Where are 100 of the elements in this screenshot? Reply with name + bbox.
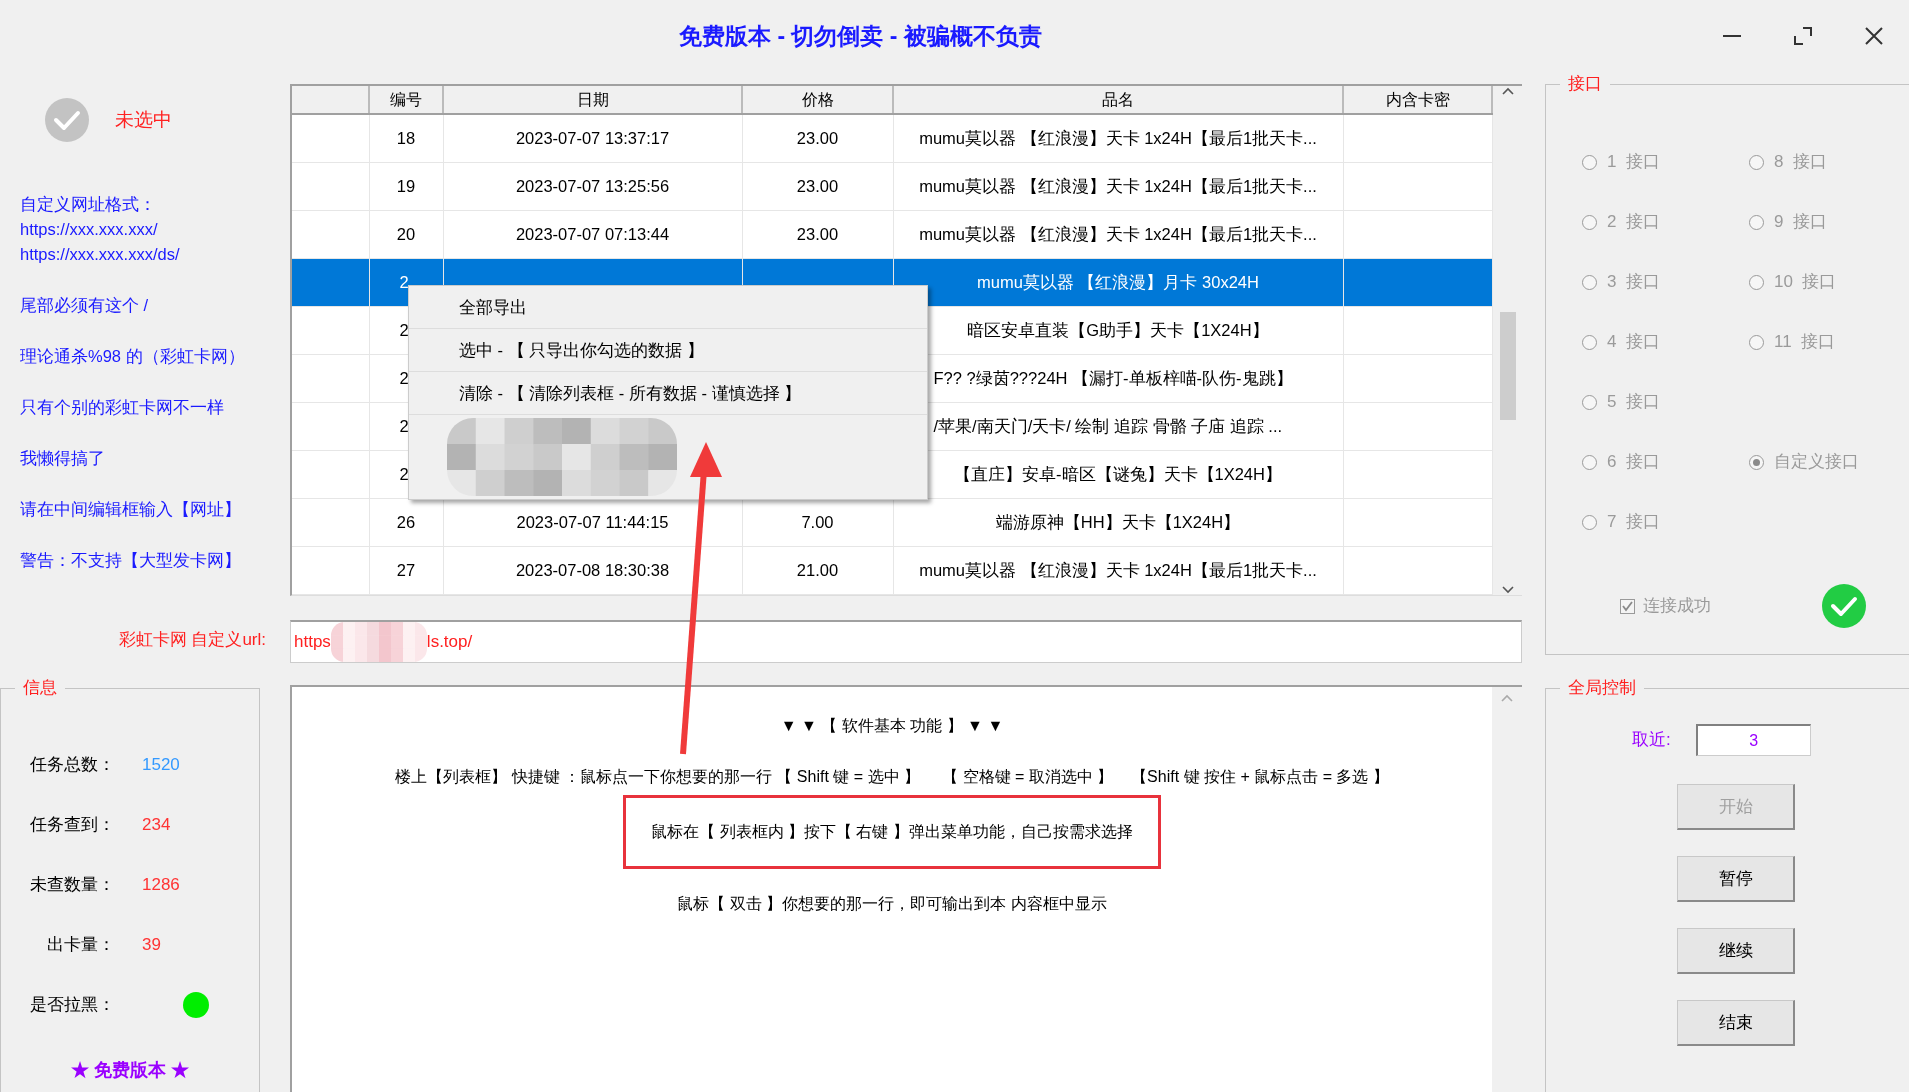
number-field[interactable]: 3: [1695, 724, 1811, 756]
scrollbar[interactable]: [1493, 86, 1522, 595]
chevron-up-icon: [1500, 693, 1514, 704]
table-cell: 2: [399, 320, 409, 339]
info-value: 39: [142, 934, 161, 957]
radio-label: 4 接口: [1607, 331, 1660, 354]
info-value: 234: [142, 814, 171, 837]
table-cell: 7.00: [801, 513, 834, 531]
table-cell: 2023-07-07 13:25:56: [515, 176, 670, 195]
table-row[interactable]: 19 2023-07-07 13:25:56 23.00 mumu莫以器 【红浪漫】天卡 1x24H【最后1批天卡...: [292, 162, 1492, 211]
help-text: 鼠标【 双击 】你想要的那一行，即可输出到本 内容框中显示: [677, 894, 1107, 914]
table-cell: 2023-07-07 13:37:17: [515, 128, 670, 147]
note-text: https://xxx.xxx.xxx/: [20, 219, 158, 240]
table-cell: 26: [396, 513, 416, 531]
field-label: 取近:: [1632, 729, 1671, 752]
table-cell: 20: [396, 224, 416, 243]
radio-label: 5 接口: [1607, 391, 1660, 414]
table-cell: mumu莫以器 【红浪漫】月卡 30x24H: [977, 272, 1259, 291]
radio-label: 1 接口: [1607, 151, 1660, 174]
table-cell: 21.00: [796, 561, 839, 580]
group-title: 全局控制: [1568, 678, 1636, 697]
radio-label: 自定义接口: [1774, 451, 1859, 474]
table-cell: mumu莫以器 【红浪漫】天卡 1x24H【最后1批天卡...: [919, 176, 1317, 195]
table-cell: 23.00: [796, 224, 839, 243]
radio-label: 7 接口: [1607, 511, 1660, 534]
radio-label: 10 接口: [1774, 271, 1837, 294]
info-label: 任务总数：: [29, 754, 115, 777]
column-header[interactable]: 日期: [443, 86, 742, 114]
note-text: 我懒得搞了: [20, 448, 105, 469]
info-value: 1520: [142, 754, 180, 777]
version-label: ★ 免费版本 ★: [71, 1059, 189, 1082]
action-button[interactable]: 暂停: [1677, 856, 1795, 902]
column-header[interactable]: 品名: [893, 86, 1343, 114]
url-field[interactable]: https ls.top/: [290, 620, 1522, 663]
table-cell: /苹果/南天门/天卡/ 绘制 追踪 骨骼 子庙 追踪 ...: [933, 416, 1283, 435]
note-text: 请在中间编辑框输入【网址】: [20, 499, 241, 520]
radio-label: 6 接口: [1607, 451, 1660, 474]
table-row[interactable]: 27 2023-07-08 18:30:38 21.00 mumu莫以器 【红浪漫】天卡 1x24H【最后1批天卡...: [292, 546, 1492, 595]
note-text: 警告：不支持【大型发卡网】: [20, 550, 241, 571]
menu-item[interactable]: 全部导出: [409, 286, 927, 329]
table-cell: 2: [399, 464, 409, 483]
info-value: 1286: [142, 874, 180, 897]
window-title: 免费版本 - 切勿倒卖 - 被骗概不负责: [679, 21, 1042, 51]
table-row[interactable]: 18 2023-07-07 13:37:17 23.00 mumu莫以器 【红浪漫】天卡 1x24H【最后1批天卡...: [292, 114, 1492, 163]
table-row[interactable]: 20 2023-07-07 07:13:44 23.00 mumu莫以器 【红浪漫】天卡 1x24H【最后1批天卡...: [292, 210, 1492, 259]
maximize-icon: [1792, 26, 1813, 46]
column-header[interactable]: 编号: [369, 86, 443, 114]
help-text: ▼ ▼ 【 软件基本 功能 】 ▼ ▼: [780, 716, 1004, 736]
note-text: 自定义网址格式：: [20, 194, 156, 215]
table-cell: 2023-07-08 18:30:38: [515, 561, 670, 580]
status-label: 未选中: [115, 107, 172, 132]
menu-item[interactable]: 选中 - 【 只导出你勾选的数据 】: [409, 329, 927, 372]
note-text: 只有个别的彩虹卡网不一样: [20, 397, 224, 418]
note-text: 尾部必须有这个 /: [20, 295, 149, 316]
radio-label: 9 接口: [1774, 211, 1827, 234]
chevron-up-icon: [1500, 86, 1515, 97]
table-cell: 23.00: [796, 176, 839, 195]
check-icon: [1821, 583, 1867, 629]
table-cell: 【直庄】安卓-暗区【谜兔】天卡【1X24H】: [954, 464, 1282, 483]
radio-label: 2 接口: [1607, 211, 1660, 234]
table-cell: 18: [396, 128, 416, 147]
url-label: 彩虹卡网 自定义url:: [118, 629, 266, 652]
menu-item[interactable]: 清除 - 【 清除列表框 - 所有数据 - 谨慎选择 】: [409, 372, 927, 415]
table-cell: 2: [399, 368, 409, 387]
help-text: 楼上【列表框】 快捷键 ：鼠标点一下你想要的那一行 【 Shift 键 = 选中 】 【 空格键 = 取消选中 】 【Shift 键 按住 + 鼠标点击 = 多选 】: [395, 767, 1389, 787]
info-label: 任务查到：: [29, 814, 115, 837]
group-title: 接口: [1568, 74, 1602, 93]
table-cell: 2023-07-07 07:13:44: [515, 224, 670, 243]
info-label: 未查数量：: [29, 874, 115, 897]
scrollbar-thumb[interactable]: [1500, 312, 1516, 420]
scrollbar[interactable]: [1492, 687, 1522, 1092]
table-cell: mumu莫以器 【红浪漫】天卡 1x24H【最后1批天卡...: [919, 561, 1317, 580]
chevron-down-icon: [1500, 584, 1515, 595]
close-icon: [1863, 26, 1884, 46]
table-cell: mumu莫以器 【红浪漫】天卡 1x24H【最后1批天卡...: [919, 224, 1317, 243]
note-text: 理论通杀%98 的（彩虹卡网）: [20, 346, 245, 367]
table-cell: 2: [399, 416, 409, 435]
help-text: 鼠标在【 列表框内 】按下【 右键 】弹出菜单功能，自己按需求选择: [651, 822, 1133, 842]
table-cell: F?? ?绿茵???24H 【漏打-单板梓喵-队伤-鬼跳】: [933, 368, 1293, 387]
info-label: 是否拉黑：: [29, 994, 115, 1017]
info-label: 出卡量：: [46, 934, 115, 957]
action-button[interactable]: 继续: [1677, 928, 1795, 974]
checkbox-label: 连接成功: [1643, 595, 1711, 618]
column-header[interactable]: 内含卡密: [1343, 86, 1492, 114]
table-cell: 2023-07-07 11:44:15: [516, 513, 669, 531]
table-cell: 2: [399, 272, 409, 291]
table-cell: 暗区安卓直装【G助手】天卡【1X24H】: [967, 320, 1269, 339]
radio-label: 3 接口: [1607, 271, 1660, 294]
radio-label: 8 接口: [1774, 151, 1827, 174]
table-cell: 端游原神【HH】天卡【1X24H】: [995, 513, 1241, 531]
column-header[interactable]: 价格: [742, 86, 893, 114]
action-button[interactable]: 结束: [1677, 1000, 1795, 1046]
table-cell: 23.00: [796, 128, 839, 147]
group-title: 信息: [23, 678, 57, 697]
table-cell: 19: [396, 176, 416, 195]
minimize-icon: [1721, 35, 1742, 37]
note-text: https://xxx.xxx.xxx/ds/: [20, 244, 180, 265]
table-cell: mumu莫以器 【红浪漫】天卡 1x24H【最后1批天卡...: [919, 128, 1317, 147]
radio-label: 11 接口: [1774, 331, 1836, 354]
table-cell: 27: [396, 561, 416, 580]
